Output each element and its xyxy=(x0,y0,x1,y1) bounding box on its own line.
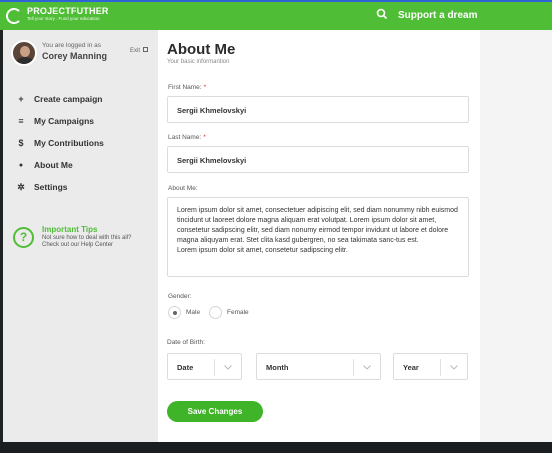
important-tips: ? Important Tips Not sure how to deal wi… xyxy=(13,225,153,255)
site-logo[interactable]: PROJECTFUTHER Tell your story . Fund you… xyxy=(6,6,109,24)
user-icon: ● xyxy=(18,161,24,169)
help-center-link[interactable]: Check out our Help Center xyxy=(42,242,113,248)
question-icon: ? xyxy=(13,227,34,248)
gender-male-radio[interactable] xyxy=(168,306,181,319)
sidebar-item-label: Create campaign xyxy=(34,94,103,104)
exit-icon xyxy=(143,47,149,52)
required-mark: * xyxy=(203,84,207,91)
plus-icon: + xyxy=(18,93,24,104)
dollar-icon: $ xyxy=(18,137,24,148)
logo-tagline: Tell your story . Fund your education xyxy=(27,16,100,21)
chevron-down-icon xyxy=(224,365,232,370)
tips-text: Not sure how to deal with this all? xyxy=(42,235,132,241)
exit-label: Exit xyxy=(130,48,141,54)
about-me-textarea[interactable]: Lorem ipsum dolor sit amet, consectetuer… xyxy=(167,197,469,277)
about-paragraph-2: Lorem ipsum dolor sit amet, consetetur s… xyxy=(177,247,348,254)
sidebar-item-settings[interactable]: ✲ Settings xyxy=(3,176,158,198)
sidebar-item-label: About Me xyxy=(34,160,73,170)
dob-day-value: Date xyxy=(177,363,194,372)
logged-in-label: You are logged in as xyxy=(42,42,102,49)
dob-day-select[interactable]: Date xyxy=(167,353,242,380)
dob-year-select[interactable]: Year xyxy=(393,353,468,380)
logo-title: PROJECTFUTHER xyxy=(27,6,109,16)
required-mark: * xyxy=(203,134,206,141)
page-subtitle: Your basic informantion xyxy=(167,59,230,65)
right-background xyxy=(480,30,552,442)
gender-female-radio[interactable] xyxy=(209,306,222,319)
page-title: About Me xyxy=(167,41,236,58)
support-a-dream-link[interactable]: Support a dream xyxy=(398,10,477,21)
chevron-down-icon xyxy=(450,365,458,370)
sidebar-item-about-me[interactable]: ● About Me xyxy=(3,154,158,176)
date-of-birth-label: Date of Birth: xyxy=(167,339,205,346)
user-panel: You are logged in as Corey Manning Exit xyxy=(11,40,151,68)
chevron-down-icon xyxy=(363,365,371,370)
bottom-band xyxy=(0,442,552,453)
sidebar: You are logged in as Corey Manning Exit … xyxy=(3,30,158,442)
about-me-label: About Me: xyxy=(168,185,198,192)
sidebar-nav: + Create campaign ≡ My Campaigns $ My Co… xyxy=(3,88,158,198)
sidebar-item-label: My Contributions xyxy=(34,138,104,148)
logo-mark-icon xyxy=(6,8,22,24)
sidebar-item-create-campaign[interactable]: + Create campaign xyxy=(3,88,158,110)
last-name-field[interactable]: Sergii Khmelovskyi xyxy=(167,146,469,173)
dob-month-value: Month xyxy=(266,363,289,372)
first-name-field[interactable]: Sergii Khmelovskyi xyxy=(167,96,469,123)
search-icon[interactable] xyxy=(376,8,390,22)
exit-button[interactable]: Exit xyxy=(130,47,149,54)
gender-female-label: Female xyxy=(227,309,249,316)
top-navigation-bar: PROJECTFUTHER Tell your story . Fund you… xyxy=(0,0,552,30)
avatar xyxy=(11,40,37,66)
user-name: Corey Manning xyxy=(42,51,108,61)
first-name-label: First Name: * xyxy=(168,84,207,91)
save-changes-button[interactable]: Save Changes xyxy=(167,401,263,422)
gear-icon: ✲ xyxy=(17,181,25,192)
gender-label: Gender: xyxy=(168,293,192,300)
dob-year-value: Year xyxy=(403,363,419,372)
list-icon: ≡ xyxy=(18,115,24,126)
about-paragraph-1: Lorem ipsum dolor sit amet, consectetuer… xyxy=(177,207,458,244)
sidebar-item-my-contributions[interactable]: $ My Contributions xyxy=(3,132,158,154)
sidebar-item-my-campaigns[interactable]: ≡ My Campaigns xyxy=(3,110,158,132)
gender-male-label: Male xyxy=(186,309,201,316)
about-me-form: About Me Your basic informantion First N… xyxy=(158,30,480,442)
sidebar-item-label: Settings xyxy=(34,182,68,192)
dob-month-select[interactable]: Month xyxy=(256,353,381,380)
sidebar-item-label: My Campaigns xyxy=(34,116,94,126)
last-name-label: Last Name: * xyxy=(168,134,206,141)
tips-title: Important Tips xyxy=(42,225,98,234)
